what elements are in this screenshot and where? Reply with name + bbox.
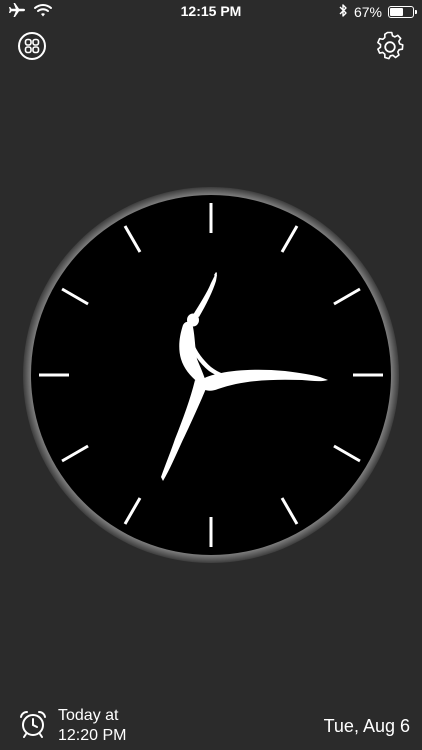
status-bar: 12:15 PM 67%: [0, 0, 422, 24]
grid-menu-button[interactable]: [16, 30, 48, 62]
alarm-text: Today at 12:20 PM: [58, 706, 126, 746]
clock-face: [23, 187, 399, 563]
battery-fill: [390, 8, 403, 16]
next-alarm[interactable]: Today at 12:20 PM: [18, 706, 126, 746]
alarm-line1: Today at: [58, 707, 119, 724]
clock-screen: 12:15 PM 67% Today at 12:20 PM Tue, Aug …: [0, 0, 422, 750]
battery-icon: [388, 6, 417, 18]
gear-icon: [377, 31, 404, 60]
analog-clock: [23, 187, 399, 563]
alarm-time: 12:20 PM: [58, 727, 127, 744]
settings-button[interactable]: [374, 31, 406, 63]
grid-menu-icon: [18, 32, 46, 60]
status-right: 67%: [338, 3, 417, 21]
alarm-clock-icon: [18, 709, 48, 744]
battery-cap: [415, 10, 417, 14]
battery-percent: 67%: [353, 4, 382, 20]
date-label: Tue, Aug 6: [323, 716, 410, 736]
clock-dial: [31, 195, 391, 555]
bluetooth-icon: [338, 3, 348, 21]
